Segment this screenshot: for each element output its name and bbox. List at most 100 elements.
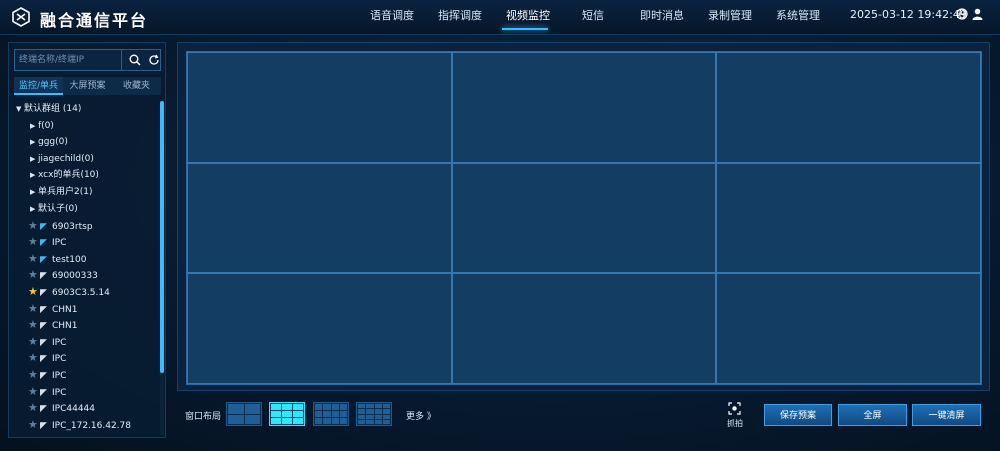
search-icon[interactable] (129, 54, 141, 66)
caret-right-icon[interactable]: ▶ (30, 184, 38, 200)
tree-group-label: f(0) (38, 121, 54, 131)
tree-group[interactable]: ▶ 单兵用户2(1) (30, 184, 92, 200)
search-box (14, 49, 161, 71)
star-icon[interactable]: ★ (28, 218, 40, 234)
more-layouts-link[interactable]: 更多 》 (406, 409, 436, 422)
star-icon[interactable]: ★ (28, 384, 40, 400)
video-cell[interactable] (716, 162, 981, 274)
device-label: IPC (52, 238, 67, 248)
tree-scrollbar[interactable] (160, 101, 164, 435)
video-cell[interactable] (716, 273, 981, 384)
window-layout-label: 窗口布局 (185, 412, 222, 422)
tab-big-screen-plan[interactable]: 大屏预案 (63, 77, 112, 95)
nav-item-voice-dispatch[interactable]: 语音调度 (370, 7, 414, 23)
caret-right-icon[interactable]: ▶ (30, 151, 38, 167)
device-label: 6903C3.5.14 (52, 288, 110, 298)
tree-group-label: jiagechild(0) (38, 154, 94, 164)
video-cell[interactable] (187, 273, 452, 384)
device-label: CHN1 (52, 305, 78, 315)
star-icon[interactable]: ★ (28, 251, 40, 267)
tree-group[interactable]: ▶ ggg(0) (30, 134, 68, 150)
video-cell[interactable] (451, 273, 717, 384)
nav-item-sms[interactable]: 短信 (582, 7, 604, 23)
tree-group-label: xcx的单兵(10) (38, 170, 99, 180)
star-icon[interactable]: ★ (28, 400, 40, 416)
star-icon[interactable]: ★ (28, 234, 40, 250)
video-cell[interactable] (451, 162, 717, 274)
star-icon[interactable]: ★ (28, 267, 40, 283)
device-label: IPC (52, 388, 67, 398)
tree-device[interactable]: ★ ◤ CHN1 (28, 317, 78, 333)
tab-monitor-individual[interactable]: 监控/单兵 (14, 77, 63, 95)
caret-down-icon[interactable]: ▼ (16, 101, 24, 117)
nav-item-system[interactable]: 系统管理 (776, 7, 820, 23)
camera-icon: ◤ (40, 222, 47, 232)
video-cell[interactable] (187, 162, 452, 274)
star-icon[interactable]: ★ (28, 350, 40, 366)
tree-group[interactable]: ▶ jiagechild(0) (30, 151, 94, 167)
video-cell[interactable] (187, 52, 452, 163)
tree-root[interactable]: ▼ 默认群组 (14) (16, 101, 81, 117)
tree-group[interactable]: ▶ 默认子(0) (30, 201, 78, 217)
refresh-icon[interactable] (148, 54, 160, 66)
fullscreen-button[interactable]: 全屏 (838, 404, 907, 426)
tree-device[interactable]: ★ ◤ CHN1 (28, 301, 78, 317)
tree-device[interactable]: ★ ◤ 69000333 (28, 267, 98, 283)
camera-icon: ◤ (40, 354, 47, 364)
device-label: CHN1 (52, 321, 78, 331)
tree-device[interactable]: ★ ◤ IPC_172.16.42.78 (28, 417, 131, 433)
tree-root-label: 默认群组 (14) (24, 104, 82, 114)
star-icon[interactable]: ★ (28, 417, 40, 433)
search-divider (121, 50, 122, 70)
user-icon[interactable] (972, 8, 983, 20)
tree-device[interactable]: ★ ◤ IPC (28, 350, 66, 366)
camera-icon: ◤ (40, 321, 47, 331)
nav-item-recording[interactable]: 录制管理 (708, 7, 752, 23)
tree-group[interactable]: ▶ xcx的单兵(10) (30, 167, 99, 183)
nav-item-command-dispatch[interactable]: 指挥调度 (438, 7, 482, 23)
device-label: IPC_172.16.42.78 (52, 421, 131, 431)
tree-device[interactable]: ★ ◤ IPC (28, 367, 66, 383)
top-bar: 融合通信平台 语音调度 指挥调度 视频监控 短信 即时消息 录制管理 系统管理 … (0, 0, 1000, 35)
search-input[interactable] (19, 53, 119, 67)
video-cell[interactable] (451, 52, 717, 163)
scrollbar-thumb[interactable] (160, 101, 164, 373)
tree-device[interactable]: ★ ◤ 6903rtsp (28, 218, 93, 234)
tree-group-label: 单兵用户2(1) (38, 187, 93, 197)
nav-item-instant-message[interactable]: 即时消息 (640, 7, 684, 23)
device-label: IPC (52, 371, 67, 381)
nav-item-video-monitoring[interactable]: 视频监控 (506, 7, 550, 23)
caret-right-icon[interactable]: ▶ (30, 118, 38, 134)
tree-device[interactable]: ★ ◤ IPC44444 (28, 400, 95, 416)
tree-device[interactable]: ★ ◤ IPC (28, 384, 66, 400)
camera-icon: ◤ (40, 238, 47, 248)
device-label: 69000333 (52, 271, 98, 281)
video-cell[interactable] (716, 52, 981, 163)
layout-option-2x2[interactable] (226, 402, 262, 426)
star-icon[interactable]: ★ (28, 284, 40, 300)
layout-option-4x4[interactable] (356, 402, 392, 426)
tree-device[interactable]: ★ ◤ test100 (28, 251, 86, 267)
camera-icon: ◤ (40, 271, 47, 281)
save-plan-button[interactable]: 保存预案 (764, 404, 832, 426)
tree-device[interactable]: ★ ◤ 6903C3.5.14 (28, 284, 110, 300)
caret-right-icon[interactable]: ▶ (30, 134, 38, 150)
camera-icon: ◤ (40, 404, 47, 414)
capture-button[interactable]: 抓拍 (723, 402, 747, 430)
video-toolbar: 窗口布局 更多 》 抓拍 保存预案 全屏 一键清屏 (177, 400, 990, 434)
video-wall (177, 42, 990, 391)
tab-favorites[interactable]: 收藏夹 (112, 77, 161, 95)
caret-right-icon[interactable]: ▶ (30, 167, 38, 183)
star-icon[interactable]: ★ (28, 301, 40, 317)
star-icon[interactable]: ★ (28, 367, 40, 383)
tree-group[interactable]: ▶ f(0) (30, 118, 54, 134)
star-icon[interactable]: ★ (28, 334, 40, 350)
star-icon[interactable]: ★ (28, 317, 40, 333)
tree-device[interactable]: ★ ◤ IPC (28, 334, 66, 350)
clear-all-button[interactable]: 一键清屏 (912, 404, 981, 426)
tree-device[interactable]: ★ ◤ IPC (28, 234, 66, 250)
caret-right-icon[interactable]: ▶ (30, 201, 38, 217)
globe-icon[interactable] (956, 8, 968, 20)
layout-option-3x3[interactable] (269, 402, 305, 426)
layout-option-4x3[interactable] (313, 402, 349, 426)
